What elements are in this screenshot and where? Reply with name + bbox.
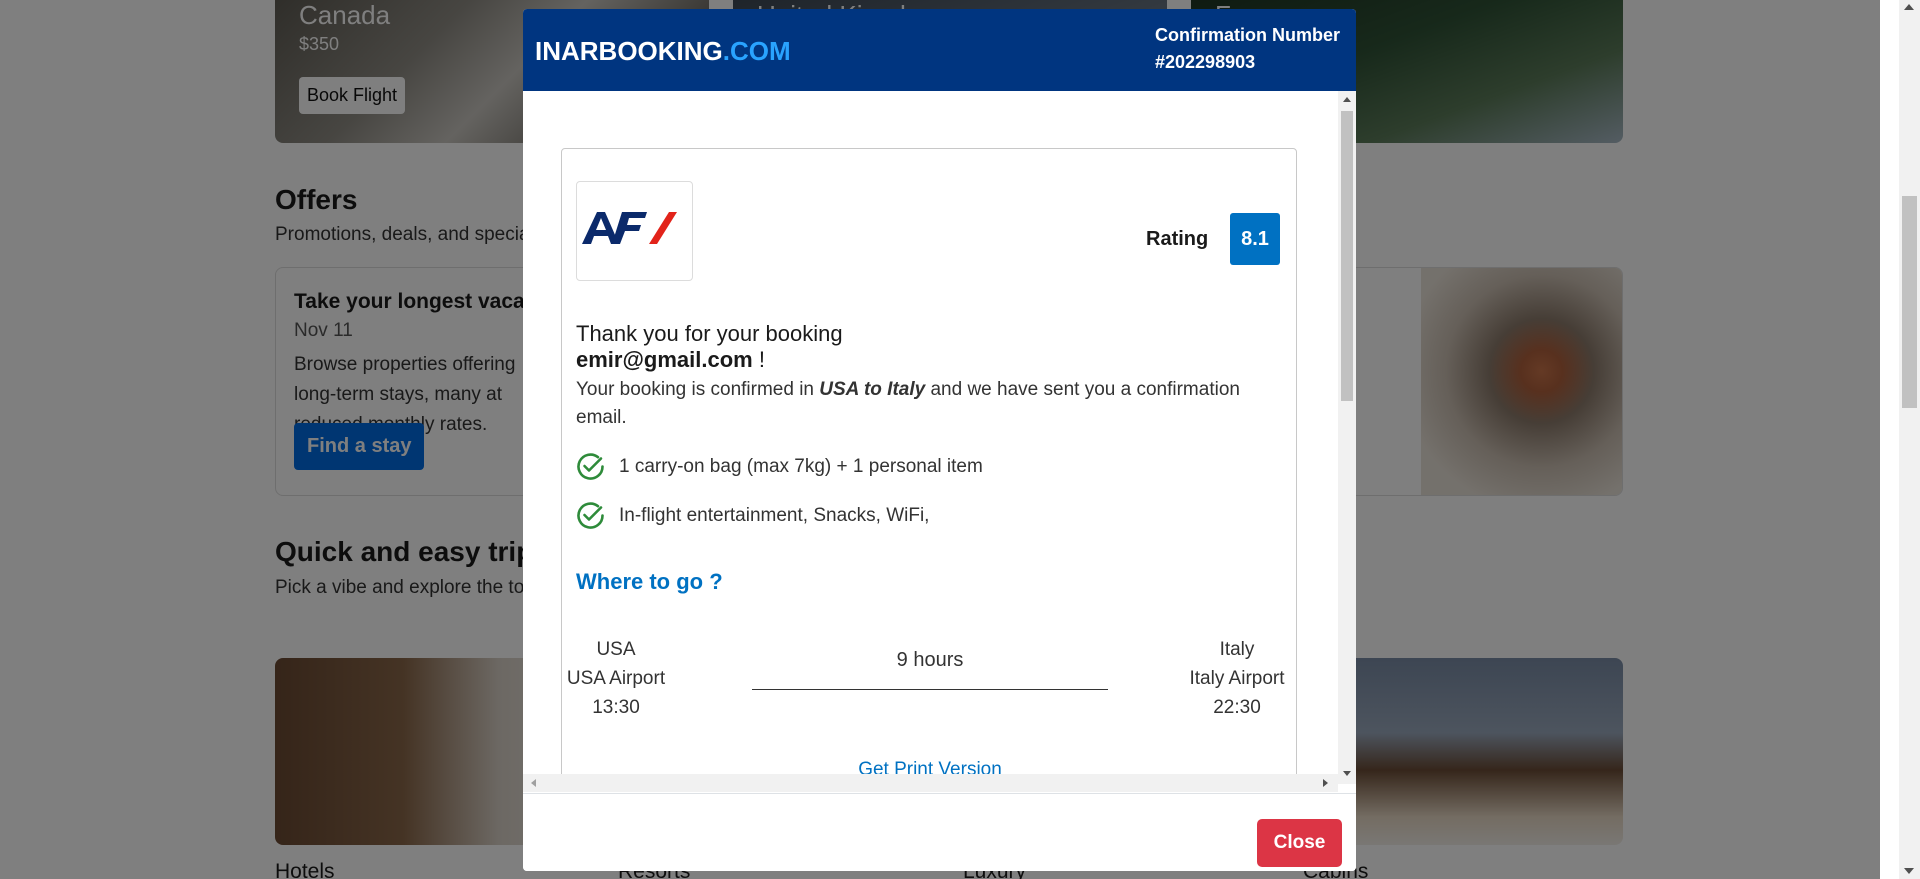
flight-duration: 9 hours bbox=[896, 649, 964, 671]
confirmation-label: Confirmation Number bbox=[1155, 25, 1341, 45]
close-button[interactable]: Close bbox=[1257, 819, 1342, 867]
booking-confirmation-modal: INARBOOKING.COM Confirmation Number #202… bbox=[523, 9, 1356, 871]
scrollbar-track[interactable] bbox=[1899, 0, 1920, 879]
modal-header: INARBOOKING.COM Confirmation Number #202… bbox=[523, 9, 1356, 91]
rating-badge: 8.1 bbox=[1230, 213, 1280, 265]
feature-baggage: 1 carry-on bag (max 7kg) + 1 personal it… bbox=[576, 452, 983, 481]
check-circle-icon bbox=[577, 453, 604, 480]
feature-amenities: In-flight entertainment, Snacks, WiFi, bbox=[576, 501, 929, 530]
brand-suffix: .COM bbox=[722, 36, 791, 66]
arrival-info: Italy Italy Airport 22:30 bbox=[1176, 635, 1298, 722]
route-name: USA to Italy bbox=[819, 379, 926, 400]
window-scrollbar[interactable] bbox=[1880, 0, 1920, 879]
scroll-up-arrow-icon[interactable] bbox=[1904, 4, 1914, 10]
arrival-time: 22:30 bbox=[1213, 697, 1261, 718]
departure-country: USA bbox=[596, 639, 636, 660]
email-address: emir@gmail.com bbox=[576, 347, 753, 372]
route-line bbox=[752, 689, 1108, 690]
scroll-down-arrow-icon[interactable] bbox=[1343, 771, 1351, 776]
scrollbar-thumb[interactable] bbox=[1902, 196, 1917, 408]
departure-airport: USA Airport bbox=[566, 668, 666, 689]
scroll-left-arrow-icon[interactable] bbox=[531, 779, 536, 787]
feature-text: 1 carry-on bag (max 7kg) + 1 personal it… bbox=[619, 455, 983, 477]
modal-footer: Close bbox=[523, 793, 1356, 871]
airline-logo-icon bbox=[582, 212, 677, 244]
thank-you-heading: Thank you for your booking bbox=[576, 321, 843, 346]
brand-main: INARBOOKING bbox=[535, 36, 723, 66]
booking-email: emir@gmail.com ! bbox=[576, 347, 765, 373]
scroll-up-arrow-icon[interactable] bbox=[1343, 97, 1351, 102]
confirm-pre: Your booking is confirmed in bbox=[576, 379, 820, 400]
modal-vertical-scrollbar[interactable] bbox=[1338, 91, 1356, 784]
scroll-right-arrow-icon[interactable] bbox=[1323, 779, 1328, 787]
arrival-country: Italy bbox=[1219, 639, 1255, 660]
arrival-airport: Italy Airport bbox=[1189, 668, 1285, 689]
modal-horizontal-scrollbar[interactable] bbox=[523, 774, 1338, 792]
brand-logo: INARBOOKING.COM bbox=[535, 36, 791, 67]
departure-time: 13:30 bbox=[592, 697, 640, 718]
confirmation-number: #202298903 bbox=[1155, 52, 1256, 72]
scroll-down-arrow-icon[interactable] bbox=[1904, 868, 1914, 874]
confirmation-message: Your booking is confirmed in USA to Ital… bbox=[576, 376, 1276, 432]
check-circle-icon bbox=[577, 502, 604, 529]
airline-logo bbox=[576, 181, 693, 281]
rating-label: Rating bbox=[1146, 228, 1209, 250]
scrollbar-thumb[interactable] bbox=[1341, 111, 1353, 401]
departure-info: USA USA Airport 13:30 bbox=[562, 635, 670, 722]
modal-body[interactable]: Rating 8.1 Thank you for your booking em… bbox=[523, 91, 1356, 784]
booking-card: Rating 8.1 Thank you for your booking em… bbox=[561, 148, 1297, 784]
email-suffix: ! bbox=[752, 347, 765, 372]
feature-text: In-flight entertainment, Snacks, WiFi, bbox=[619, 504, 930, 526]
where-to-go-heading: Where to go ? bbox=[576, 569, 723, 594]
